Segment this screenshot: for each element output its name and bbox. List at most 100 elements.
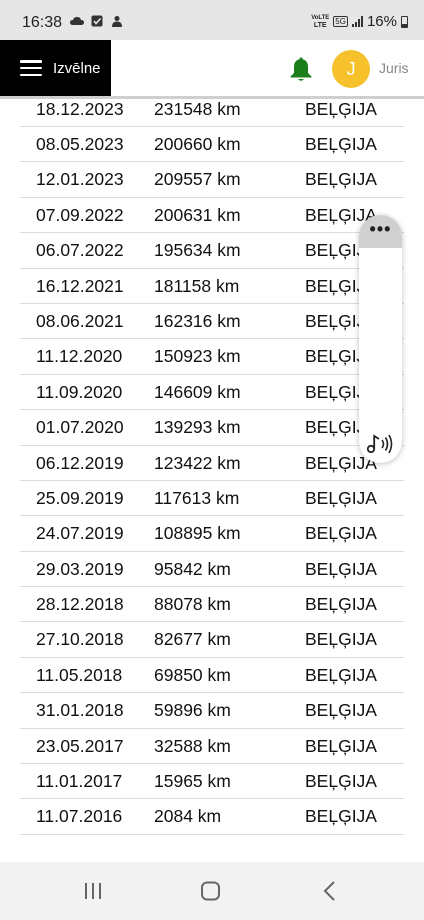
record-country: BEĻĢIJA <box>305 99 377 119</box>
list-item[interactable]: 06.07.2022 195634 km BEĻĢIJA <box>20 233 404 269</box>
record-date: 24.07.2019 <box>36 523 124 544</box>
battery-icon <box>401 15 408 28</box>
record-date: 18.12.2023 <box>36 99 124 119</box>
list-item[interactable]: 31.01.2018 59896 km BEĻĢIJA <box>20 693 404 729</box>
list-item[interactable]: 08.06.2021 162316 km BEĻĢIJA <box>20 304 404 340</box>
record-date: 11.07.2016 <box>36 806 123 827</box>
record-date: 11.12.2020 <box>36 346 123 367</box>
record-mileage: 59896 km <box>154 700 231 721</box>
record-date: 08.06.2021 <box>36 310 124 331</box>
record-country: BEĻĢIJA <box>305 169 377 190</box>
record-mileage: 146609 km <box>154 381 241 402</box>
record-country: BEĻĢIJA <box>305 523 377 544</box>
record-date: 12.01.2023 <box>36 169 124 190</box>
record-date: 31.01.2018 <box>36 700 124 721</box>
user-name[interactable]: Juris <box>379 60 409 76</box>
list-item[interactable]: 07.09.2022 200631 km BEĻĢIJA <box>20 198 404 234</box>
record-date: 06.12.2019 <box>36 452 124 473</box>
record-country: BEĻĢIJA <box>305 134 377 154</box>
avatar[interactable]: J <box>332 50 370 88</box>
cloud-icon <box>70 17 84 25</box>
list-item[interactable]: 08.05.2023 200660 km BEĻĢIJA <box>20 127 404 163</box>
battery-percent: 16% <box>366 13 397 30</box>
hamburger-icon <box>20 60 42 76</box>
list-item[interactable]: 01.07.2020 139293 km BEĻĢIJA <box>20 410 404 446</box>
notification-bell-icon[interactable] <box>289 56 313 82</box>
record-mileage: 32588 km <box>154 735 231 756</box>
record-mileage: 150923 km <box>154 346 241 367</box>
checkbox-icon <box>91 15 103 27</box>
lte-label: LTE <box>313 21 327 29</box>
list-item[interactable]: 06.12.2019 123422 km BEĻĢIJA <box>20 446 404 481</box>
mileage-record-list: 18.12.2023 231548 km BEĻĢIJA 08.05.2023 2006… <box>20 92 404 835</box>
list-item[interactable]: 11.07.2016 2084 km BEĻĢIJA <box>20 799 404 835</box>
list-item[interactable]: 11.05.2018 69850 km BEĻĢIJA <box>20 658 404 694</box>
record-date: 06.07.2022 <box>36 240 124 261</box>
app-notification-icon <box>112 16 122 27</box>
menu-button[interactable]: Izvēlne <box>0 40 111 96</box>
record-mileage: 15965 km <box>154 771 231 792</box>
volte-label: VoLTE <box>311 14 330 21</box>
record-mileage: 195634 km <box>154 240 241 261</box>
record-mileage: 2084 km <box>154 806 222 827</box>
system-navigation-bar <box>0 862 424 920</box>
record-country: BEĻĢIJA <box>305 594 377 615</box>
record-date: 11.09.2020 <box>36 381 123 402</box>
more-horizontal-icon: ••• <box>369 218 392 239</box>
record-mileage: 117613 km <box>154 487 240 508</box>
list-item[interactable]: 28.12.2018 88078 km BEĻĢIJA <box>20 587 404 623</box>
record-mileage: 123422 km <box>154 452 241 473</box>
volte-indicator: VoLTE LTE <box>311 14 329 30</box>
list-item[interactable]: 25.09.2019 117613 km BEĻĢIJA <box>20 481 404 517</box>
status-bar: 16:38 VoLTE LTE 5G 16% <box>0 0 424 40</box>
notification-icons <box>70 15 124 27</box>
record-mileage: 69850 km <box>154 664 231 685</box>
record-date: 29.03.2019 <box>36 558 124 579</box>
record-mileage: 200660 km <box>154 134 241 154</box>
record-country: BEĻĢIJA <box>305 806 377 827</box>
status-time: 16:38 <box>22 14 63 31</box>
record-mileage: 231548 km <box>154 99 241 119</box>
list-item[interactable]: 11.12.2020 150923 km BEĻĢIJA <box>20 339 404 375</box>
list-item[interactable]: 18.12.2023 231548 km BEĻĢIJA <box>20 92 404 127</box>
recent-apps-icon[interactable] <box>78 879 108 903</box>
home-icon[interactable] <box>196 879 226 903</box>
list-item[interactable]: 27.10.2018 82677 km BEĻĢIJA <box>20 622 404 658</box>
record-country: BEĻĢIJA <box>305 771 377 792</box>
record-date: 08.05.2023 <box>36 134 124 154</box>
record-date: 27.10.2018 <box>36 629 124 650</box>
record-country: BEĻĢIJA <box>305 664 377 685</box>
record-mileage: 209557 km <box>154 169 241 190</box>
list-item[interactable]: 16.12.2021 181158 km BEĻĢIJA <box>20 269 404 304</box>
record-mileage: 82677 km <box>154 629 231 650</box>
menu-label: Izvēlne <box>53 59 101 77</box>
record-date: 23.05.2017 <box>36 735 124 756</box>
back-icon[interactable] <box>315 879 345 903</box>
signal-icon <box>351 16 363 27</box>
record-country: BEĻĢIJA <box>305 487 377 508</box>
list-item[interactable]: 29.03.2019 95842 km BEĻĢIJA <box>20 552 404 588</box>
record-country: BEĻĢIJA <box>305 629 377 650</box>
music-note-sound-icon[interactable] <box>366 431 394 455</box>
record-country: BEĻĢIJA <box>305 700 377 721</box>
record-date: 28.12.2018 <box>36 594 124 615</box>
record-mileage: 95842 km <box>154 558 231 579</box>
list-item[interactable]: 23.05.2017 32588 km BEĻĢIJA <box>20 729 404 765</box>
record-date: 11.01.2017 <box>36 771 123 792</box>
list-item[interactable]: 11.09.2020 146609 km BEĻĢIJA <box>20 375 404 411</box>
list-item[interactable]: 24.07.2019 108895 km BEĻĢIJA <box>20 516 404 552</box>
record-mileage: 139293 km <box>154 417 241 438</box>
record-date: 01.07.2020 <box>36 417 124 438</box>
list-item[interactable]: 11.01.2017 15965 km BEĻĢIJA <box>20 764 404 800</box>
record-country: BEĻĢIJA <box>305 558 377 579</box>
record-country: BEĻĢIJA <box>305 735 377 756</box>
record-mileage: 88078 km <box>154 594 231 615</box>
record-mileage: 181158 km <box>154 275 240 296</box>
list-item[interactable]: 12.01.2023 209557 km BEĻĢIJA <box>20 162 404 198</box>
record-mileage: 200631 km <box>154 204 241 225</box>
floating-side-panel[interactable]: ••• <box>359 215 402 463</box>
record-date: 16.12.2021 <box>36 275 124 296</box>
record-mileage: 162316 km <box>154 310 241 331</box>
record-mileage: 108895 km <box>154 523 241 544</box>
record-date: 11.05.2018 <box>36 664 123 685</box>
